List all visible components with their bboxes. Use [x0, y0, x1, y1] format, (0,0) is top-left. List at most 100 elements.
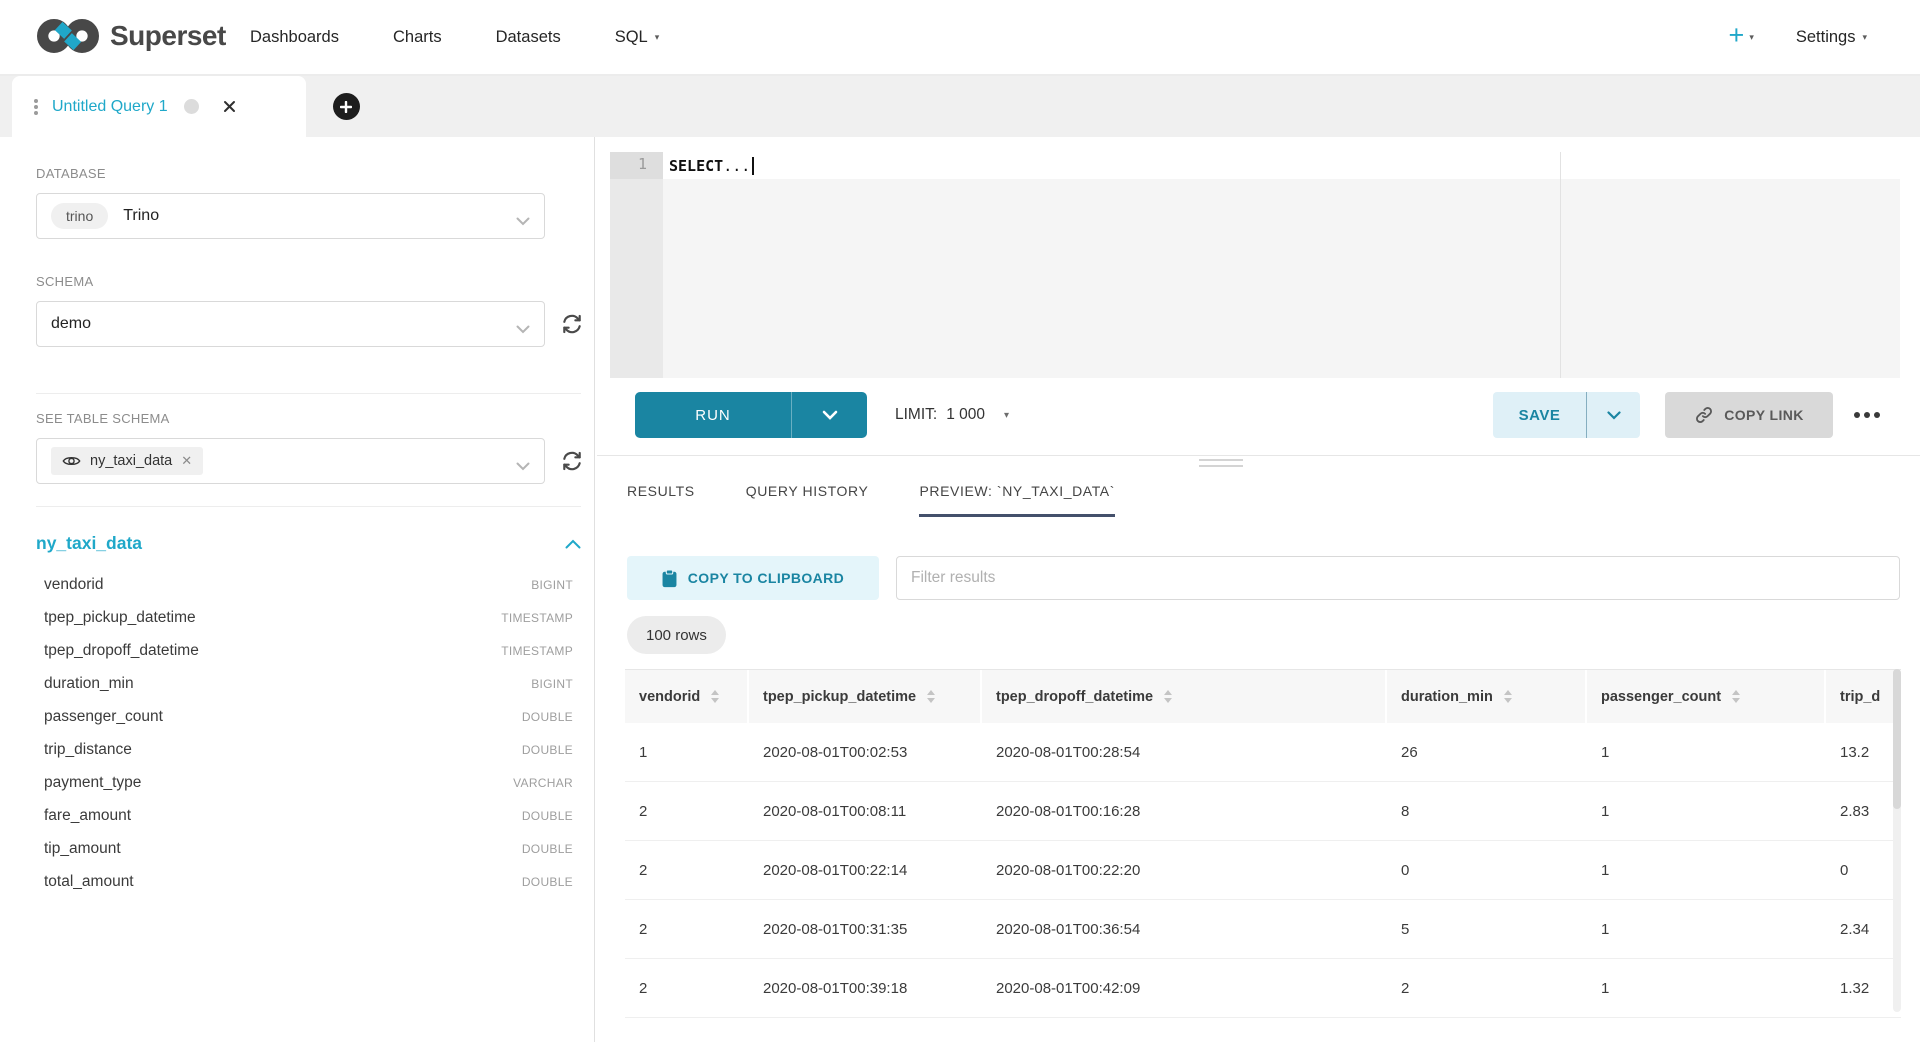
- results-scrollbar[interactable]: [1893, 669, 1901, 1012]
- schema-column-row: tpep_pickup_datetimeTIMESTAMP: [44, 601, 573, 634]
- row-count-badge: 100 rows: [627, 616, 726, 654]
- nav-item-label: Datasets: [496, 28, 561, 47]
- table-row: 22020-08-01T00:31:352020-08-01T00:36:545…: [625, 900, 1901, 959]
- table-cell: 2020-08-01T00:31:35: [749, 900, 982, 958]
- column-header-duration-min[interactable]: duration_min: [1387, 670, 1587, 723]
- column-type: VARCHAR: [513, 776, 573, 790]
- column-header-passenger-count[interactable]: passenger_count: [1587, 670, 1826, 723]
- sql-code-line[interactable]: SELECT ...: [663, 152, 1900, 179]
- add-tab-button[interactable]: [318, 76, 374, 137]
- run-button[interactable]: RUN: [635, 392, 792, 438]
- tab-preview-ny-taxi-data[interactable]: PREVIEW: `NY_TAXI_DATA`: [919, 483, 1115, 517]
- column-name: vendorid: [44, 576, 103, 594]
- limit-dropdown[interactable]: LIMIT: 1 000 ▾: [895, 392, 1009, 438]
- column-header-label: passenger_count: [1601, 689, 1721, 705]
- copy-link-button[interactable]: COPY LINK: [1665, 392, 1833, 438]
- sql-lab-page: Superset Dashboards Charts Datasets SQL▾ + …: [0, 0, 1920, 1042]
- chevron-down-icon: [1607, 411, 1621, 420]
- sort-icon[interactable]: [1164, 690, 1172, 703]
- sqllab-left-sidebar: DATABASE trino Trino SCHEMA demo: [0, 137, 595, 1042]
- column-name: trip_distance: [44, 741, 132, 759]
- save-button[interactable]: SAVE: [1493, 392, 1587, 438]
- column-header-tpep-pickup-datetime[interactable]: tpep_pickup_datetime: [749, 670, 982, 723]
- scrollbar-thumb[interactable]: [1893, 669, 1901, 809]
- more-options-button[interactable]: [1849, 400, 1885, 430]
- sqllab-workspace: 1 SELECT ... RUN LIMIT: 1 000 ▾: [597, 137, 1920, 1042]
- table-cell: 1: [1587, 841, 1826, 899]
- remove-table-icon[interactable]: ✕: [181, 453, 192, 469]
- table-tag-label: ny_taxi_data: [90, 453, 172, 469]
- refresh-schema-button[interactable]: [558, 311, 585, 338]
- tab-results[interactable]: RESULTS: [627, 483, 695, 517]
- save-options-button[interactable]: [1587, 392, 1640, 438]
- column-type: DOUBLE: [522, 875, 573, 889]
- filter-results-input[interactable]: [896, 556, 1900, 600]
- column-header-label: tpep_dropoff_datetime: [996, 689, 1153, 705]
- sidebar-divider: [36, 393, 581, 394]
- nav-item-label: Dashboards: [250, 28, 339, 47]
- run-options-button[interactable]: [792, 392, 867, 438]
- settings-menu[interactable]: Settings ▾: [1796, 28, 1867, 47]
- sidebar-divider: [36, 506, 581, 507]
- schema-select[interactable]: demo: [36, 301, 545, 347]
- nav-item-charts[interactable]: Charts: [393, 28, 442, 47]
- results-table-body: 12020-08-01T00:02:532020-08-01T00:28:542…: [625, 723, 1901, 1018]
- table-cell: 2: [625, 959, 749, 1017]
- brand-text: Superset: [110, 20, 226, 52]
- column-name: tpep_dropoff_datetime: [44, 642, 199, 660]
- database-label: DATABASE: [36, 166, 594, 181]
- drag-handle-icon[interactable]: [32, 98, 40, 116]
- column-header-tpep-dropoff-datetime[interactable]: tpep_dropoff_datetime: [982, 670, 1387, 723]
- table-select[interactable]: ny_taxi_data ✕: [36, 438, 545, 484]
- nav-item-dashboards[interactable]: Dashboards: [250, 28, 339, 47]
- results-table-header: vendoridtpep_pickup_datetime tpep_dropoff…: [625, 669, 1901, 723]
- tab-query-history[interactable]: QUERY HISTORY: [746, 483, 869, 517]
- table-cell: 2: [1387, 959, 1587, 1017]
- table-schema-heading[interactable]: ny_taxi_data: [36, 533, 142, 554]
- selected-table-tag[interactable]: ny_taxi_data ✕: [51, 447, 203, 475]
- column-header-vendorid[interactable]: vendorid: [625, 670, 749, 723]
- nav-item-datasets[interactable]: Datasets: [496, 28, 561, 47]
- table-cell: 1: [1587, 723, 1826, 781]
- column-header-trip-d[interactable]: trip_d: [1826, 670, 1901, 723]
- results-controls: COPY TO CLIPBOARD: [597, 556, 1920, 600]
- column-type: DOUBLE: [522, 809, 573, 823]
- sort-icon[interactable]: [1504, 690, 1512, 703]
- sort-icon[interactable]: [711, 690, 719, 703]
- sort-down-icon: [1504, 698, 1512, 703]
- run-button-group: RUN: [635, 392, 867, 438]
- superset-logo[interactable]: Superset: [36, 16, 226, 56]
- ellipsis-icon: [1853, 411, 1881, 419]
- close-tab-button[interactable]: [223, 100, 236, 113]
- plus-circle-icon: [333, 93, 360, 120]
- sort-icon[interactable]: [1732, 690, 1740, 703]
- results-table: vendoridtpep_pickup_datetime tpep_dropoff…: [625, 669, 1901, 1018]
- schema-column-row: passenger_countDOUBLE: [44, 700, 573, 733]
- text-cursor: [752, 157, 754, 175]
- column-name: passenger_count: [44, 708, 163, 726]
- nav-item-sql[interactable]: SQL▾: [615, 28, 660, 47]
- sort-icon[interactable]: [927, 690, 935, 703]
- editor-toolbar: RUN LIMIT: 1 000 ▾ SAVE: [597, 392, 1920, 438]
- pane-resize-handle[interactable]: [1199, 459, 1243, 471]
- copy-to-clipboard-button[interactable]: COPY TO CLIPBOARD: [627, 556, 879, 600]
- table-cell: 1.32: [1826, 959, 1901, 1017]
- chevron-up-icon[interactable]: [565, 539, 581, 549]
- schema-value: demo: [51, 315, 91, 333]
- refresh-icon: [559, 311, 585, 337]
- table-cell: 2020-08-01T00:42:09: [982, 959, 1387, 1017]
- refresh-table-button[interactable]: [558, 448, 585, 475]
- column-header-label: trip_d: [1840, 689, 1880, 705]
- table-cell: 5: [1387, 900, 1587, 958]
- chevron-down-icon: [516, 213, 530, 231]
- table-cell: 2020-08-01T00:22:14: [749, 841, 982, 899]
- table-cell: 2020-08-01T00:08:11: [749, 782, 982, 840]
- table-cell: 26: [1387, 723, 1587, 781]
- column-name: tip_amount: [44, 840, 121, 858]
- sql-editor[interactable]: 1 SELECT ...: [610, 152, 1900, 378]
- column-header-label: duration_min: [1401, 689, 1493, 705]
- new-item-menu[interactable]: + ▾: [1729, 26, 1754, 49]
- tab-untitled-query-1[interactable]: Untitled Query 1: [12, 76, 306, 137]
- sort-up-icon: [711, 690, 719, 695]
- database-select[interactable]: trino Trino: [36, 193, 545, 239]
